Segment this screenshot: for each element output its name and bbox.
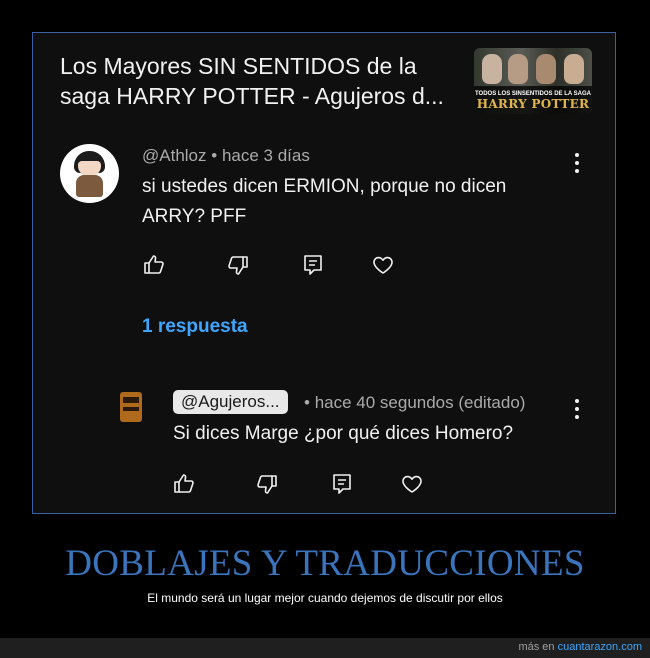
screenshot-frame: Los Mayores SIN SENTIDOS de la saga HARR… [32, 32, 616, 514]
thumb-down-icon[interactable] [226, 253, 250, 277]
thumbnail-caption-big: HARRY POTTER [476, 97, 590, 111]
comment-meta: @Athloz • hace 3 días [142, 146, 310, 166]
avatar[interactable] [60, 144, 119, 203]
site-link[interactable]: cuantarazon.com [558, 641, 642, 653]
meta-separator: • [211, 146, 218, 165]
meta-separator: • [304, 393, 310, 412]
thumbnail-face [482, 54, 502, 84]
reply-icon[interactable] [301, 253, 325, 277]
site-credit: más en cuantarazon.com [518, 641, 642, 653]
thumb-down-icon[interactable] [255, 472, 279, 496]
thumbnail-face [508, 54, 528, 84]
thumbnail-face [536, 54, 556, 84]
heart-icon[interactable] [400, 472, 424, 496]
replies-link[interactable]: 1 respuesta [142, 316, 248, 338]
comment-author[interactable]: @Athloz [142, 146, 207, 165]
thumb-up-icon[interactable] [142, 253, 166, 277]
video-title[interactable]: Los Mayores SIN SENTIDOS de la saga HARR… [60, 51, 460, 111]
reply-icon[interactable] [330, 472, 354, 496]
comment-time[interactable]: hace 3 días [222, 146, 310, 165]
footer-title: DOBLAJES Y TRADUCCIONES [65, 543, 585, 584]
reply-meta: • hace 40 segundos (editado) [304, 393, 525, 413]
footer-subtitle: El mundo será un lugar mejor cuando deje… [147, 591, 503, 605]
reply-avatar[interactable] [112, 388, 150, 426]
thumbnail-face [564, 54, 584, 84]
bottom-bar: más en cuantarazon.com [0, 638, 650, 658]
more-options-icon[interactable] [573, 153, 581, 175]
thumb-up-icon[interactable] [172, 472, 196, 496]
reply-time[interactable]: hace 40 segundos (editado) [315, 393, 526, 412]
video-thumbnail[interactable]: TODOS LOS SINSENTIDOS DE LA SAGA HARRY P… [474, 48, 592, 114]
more-options-icon[interactable] [573, 399, 581, 421]
credit-prefix: más en [518, 641, 555, 653]
reply-text: Si dices Marge ¿por qué dices Homero? [173, 423, 514, 444]
reply-author-chip[interactable]: @Agujeros... [173, 390, 288, 414]
heart-icon[interactable] [371, 253, 395, 277]
comment-text: si ustedes dicen ERMION, porque no dicen… [142, 176, 507, 227]
